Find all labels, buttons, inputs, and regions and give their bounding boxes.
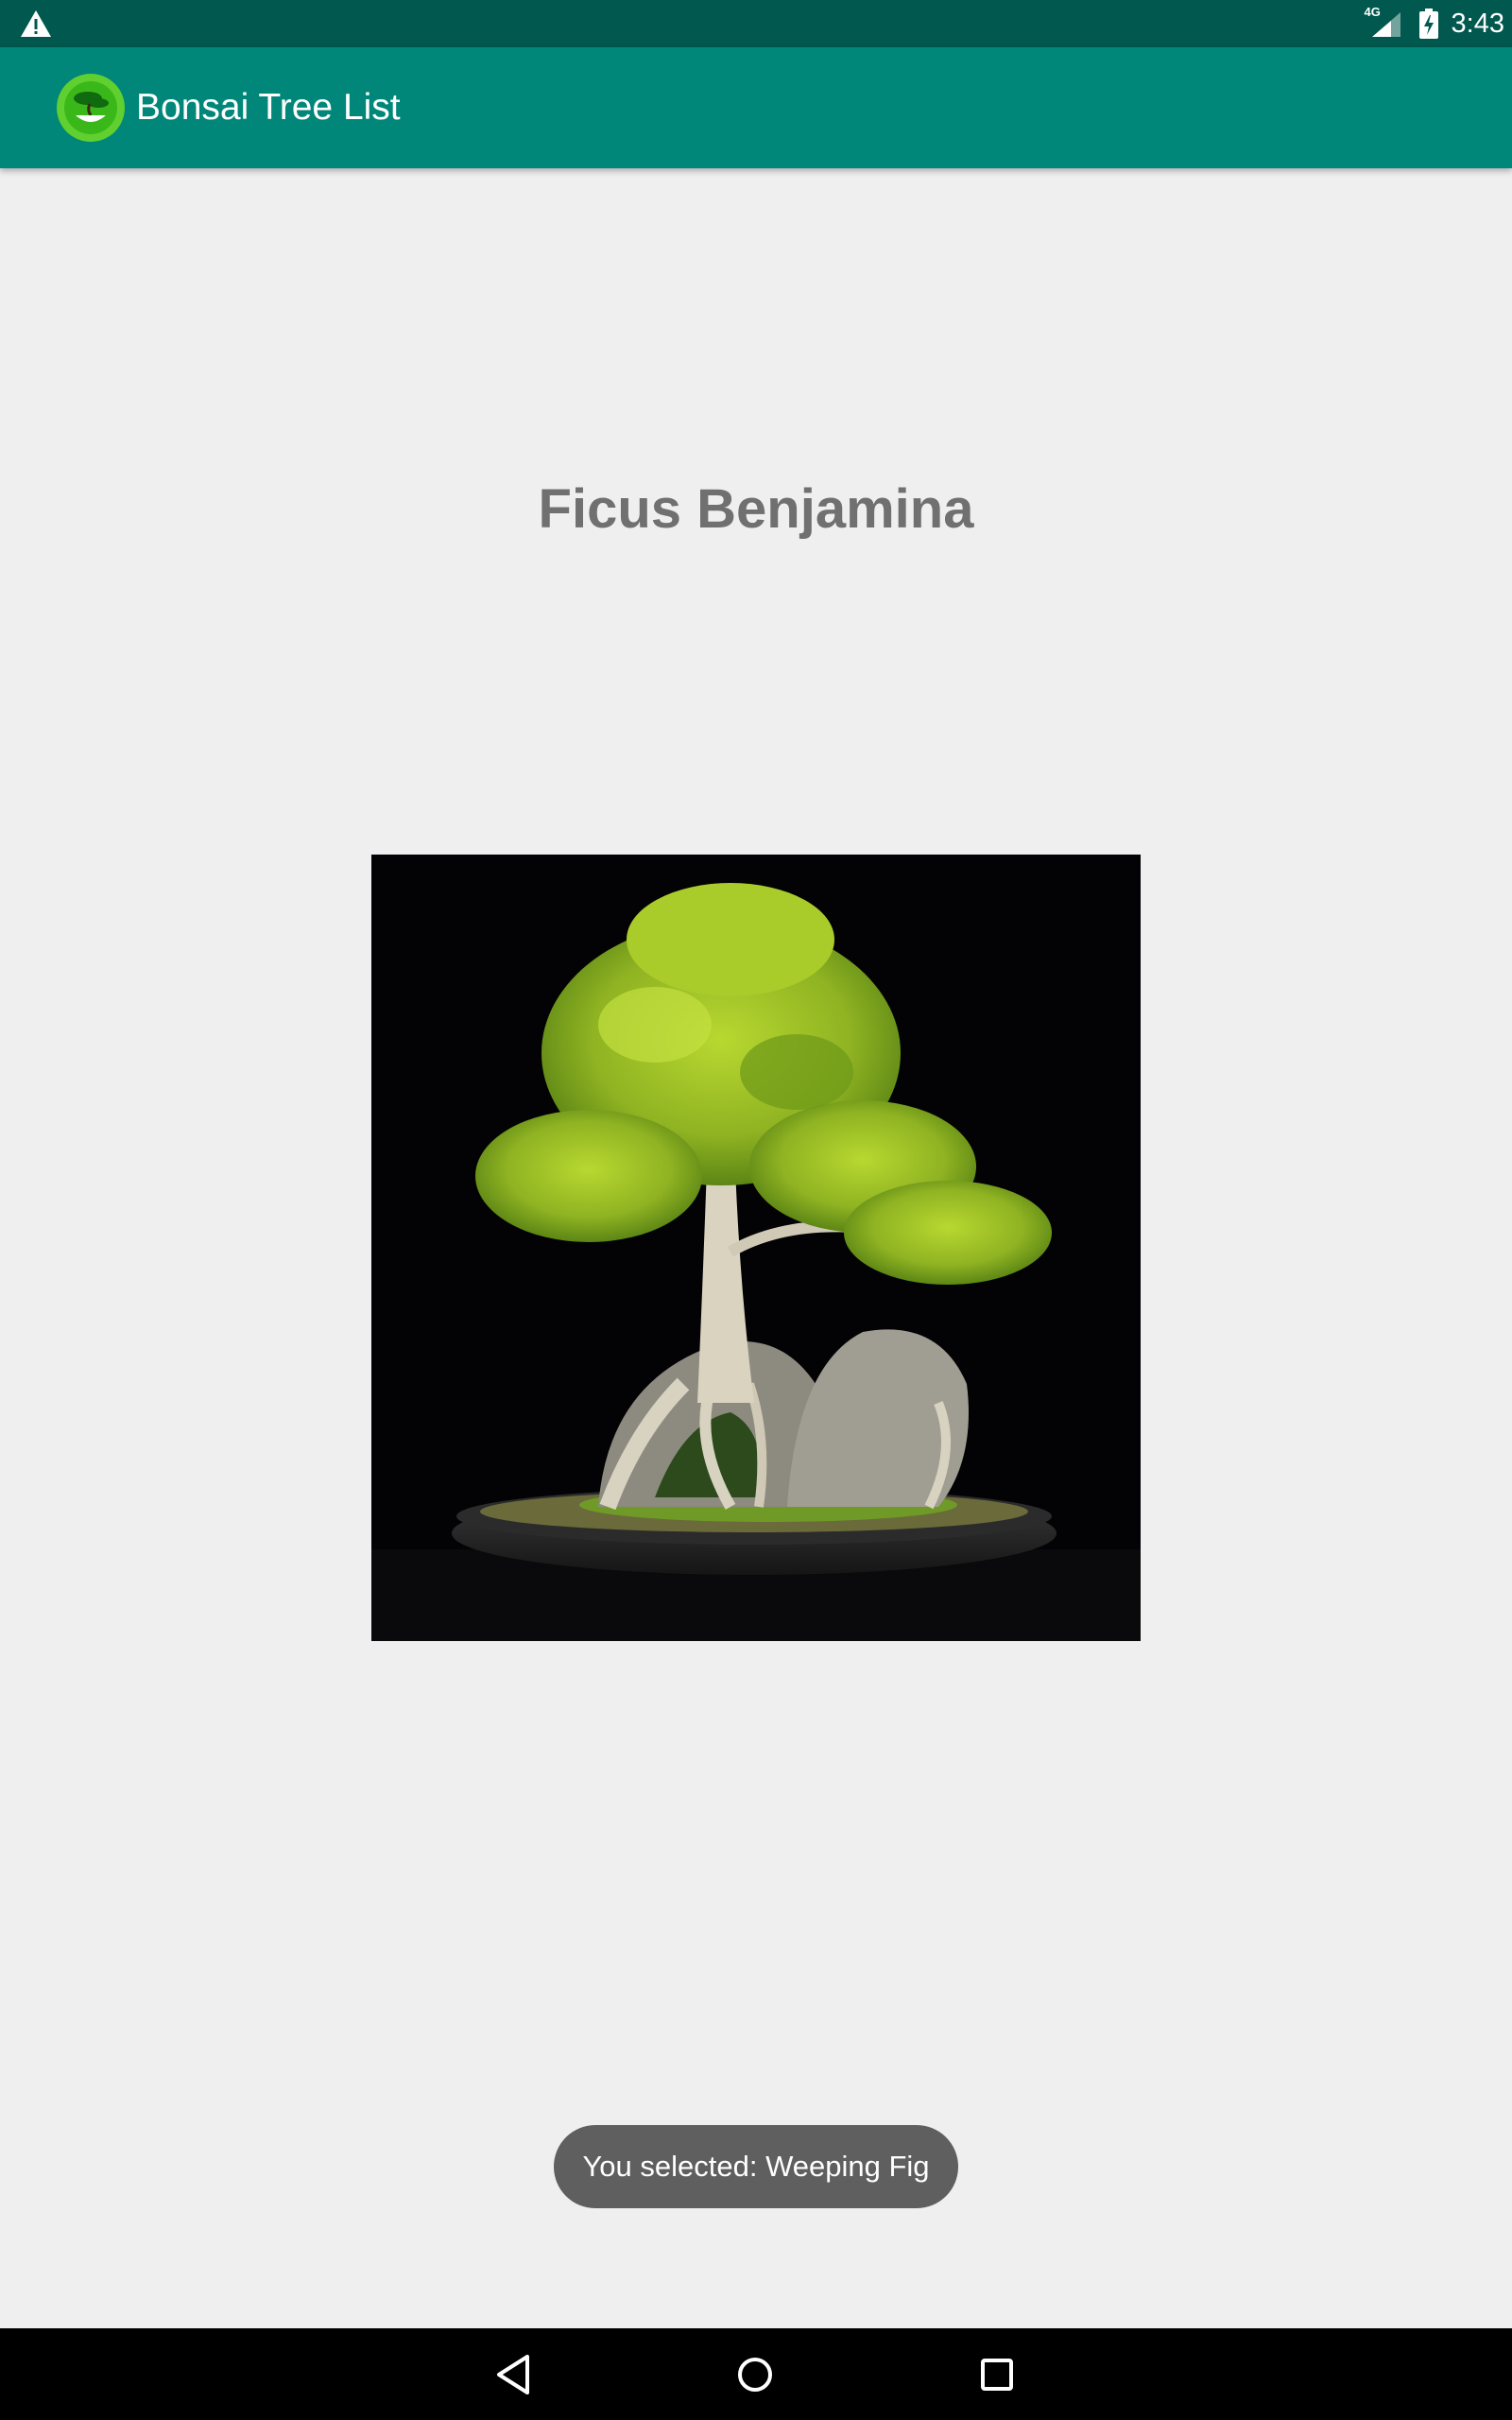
app-bar: Bonsai Tree List bbox=[0, 47, 1512, 168]
home-icon[interactable] bbox=[731, 2351, 779, 2398]
back-icon[interactable] bbox=[491, 2351, 539, 2398]
ficus-bonsai-photo bbox=[371, 855, 1141, 1641]
recent-apps-icon[interactable] bbox=[973, 2351, 1021, 2398]
tree-name-heading: Ficus Benjamina bbox=[538, 478, 974, 540]
toast-message: You selected: Weeping Fig bbox=[554, 2125, 958, 2208]
status-bar: 4G 3:43 bbox=[0, 0, 1512, 47]
status-time: 3:43 bbox=[1451, 8, 1504, 39]
app-title: Bonsai Tree List bbox=[136, 87, 401, 128]
bonsai-app-icon bbox=[57, 74, 125, 142]
signal-indicator: 4G bbox=[1365, 5, 1402, 41]
signal-icon bbox=[1371, 12, 1400, 37]
battery-charging-icon bbox=[1418, 9, 1438, 39]
warning-icon bbox=[21, 10, 51, 37]
navigation-bar bbox=[0, 2328, 1512, 2420]
